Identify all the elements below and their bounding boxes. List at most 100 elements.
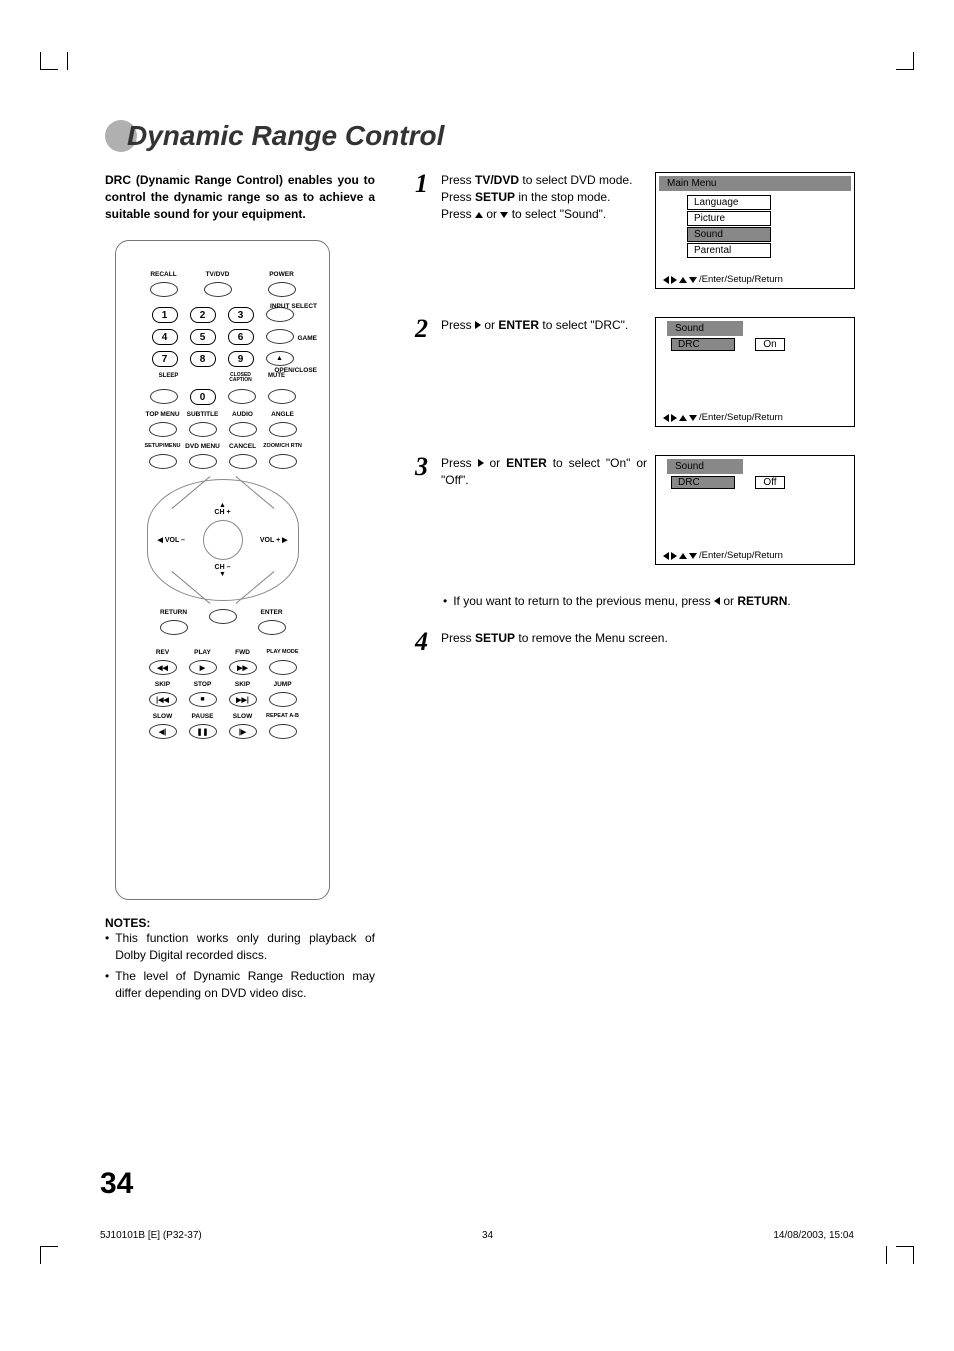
step-3-number: 3	[415, 455, 433, 565]
slowb-label: SLOW	[153, 713, 173, 721]
cancel-label: CANCEL	[229, 443, 256, 451]
mute-button	[268, 389, 296, 404]
enter-label: ENTER	[260, 609, 282, 617]
crop-mark	[894, 50, 914, 70]
recall-label: RECALL	[150, 271, 176, 279]
menu-item-sound: Sound	[687, 227, 771, 242]
cc-button	[228, 389, 256, 404]
angle-label: ANGLE	[271, 411, 294, 419]
top-menu-button	[149, 422, 177, 437]
vol-down-label: ◀ VOL –	[158, 536, 185, 544]
num-0: 0	[190, 389, 216, 405]
pause-button: ❚❚	[189, 724, 217, 739]
num-1: 1	[152, 307, 178, 323]
menu-item-picture: Picture	[687, 211, 771, 226]
menu-drc-value-off: Off	[755, 476, 785, 489]
crop-mark	[40, 50, 60, 70]
notes-heading: NOTES:	[105, 916, 375, 930]
angle-button	[269, 422, 297, 437]
step-4-text: Press SETUP to remove the Menu screen.	[441, 630, 855, 653]
menu-footer: /Enter/Setup/Return	[659, 262, 851, 285]
jump-label: JUMP	[273, 681, 291, 689]
open-close-button: ▲	[266, 351, 294, 366]
intro-text: DRC (Dynamic Range Control) enables you …	[105, 172, 375, 222]
skipb-button: |◀◀	[149, 692, 177, 707]
fwd-label: FWD	[235, 649, 250, 657]
note-1: This function works only during playback…	[115, 930, 375, 964]
subtitle-label: SUBTITLE	[187, 411, 219, 419]
footer-center: 34	[202, 1230, 774, 1241]
crop-mark	[894, 1246, 914, 1266]
num-4: 4	[152, 329, 178, 345]
num-3: 3	[228, 307, 254, 323]
input-select-label: INPUT SELECT	[270, 303, 317, 310]
vol-up-label: VOL + ▶	[260, 536, 288, 544]
power-label: POWER	[269, 271, 294, 279]
cancel-button	[229, 454, 257, 469]
open-close-label: OPEN/CLOSE	[274, 367, 317, 374]
recall-button	[150, 282, 178, 297]
play-button: ▶	[189, 660, 217, 675]
sleep-button	[150, 389, 178, 404]
step-3-text: Press or ENTER to select "On" or "Off".	[441, 455, 647, 565]
stop-button: ■	[189, 692, 217, 707]
dpad: ▲CH + CH –▼ ◀ VOL – VOL + ▶	[147, 479, 299, 601]
dvd-menu-button	[189, 454, 217, 469]
remote-illustration: RECALL TV/DVD POWER INPUT SELECT 1 2 3 G…	[115, 240, 330, 900]
sleep-label: SLEEP	[157, 373, 181, 383]
footer-left: 5J10101B [E] (P32-37)	[100, 1230, 202, 1241]
menu-sound-title: Sound	[667, 321, 743, 336]
return-note: • If you want to return to the previous …	[443, 593, 855, 610]
step-2-text: Press or ENTER to select "DRC".	[441, 317, 647, 427]
game-label: GAME	[298, 335, 318, 342]
step-1-number: 1	[415, 172, 433, 289]
menu-item-language: Language	[687, 195, 771, 210]
crop-mark	[62, 50, 82, 70]
pause-label: PAUSE	[192, 713, 214, 721]
menu-item-parental: Parental	[687, 243, 771, 258]
tvdvd-button	[204, 282, 232, 297]
menu-main: Main Menu Language Picture Sound Parenta…	[655, 172, 855, 289]
crop-mark	[872, 1246, 892, 1266]
up-icon	[475, 212, 483, 218]
page-title: Dynamic Range Control	[127, 120, 444, 152]
menu-sound-off: Sound DRC Off /Enter/Setup/Return	[655, 455, 855, 565]
fwd-button: ▶▶	[229, 660, 257, 675]
ch-down-button	[209, 609, 237, 624]
dvd-menu-label: DVD MENU	[185, 443, 220, 451]
num-7: 7	[152, 351, 178, 367]
repeat-button	[269, 724, 297, 739]
rev-button: ◀◀	[149, 660, 177, 675]
return-button	[160, 620, 188, 635]
step-4-number: 4	[415, 630, 433, 653]
enter-button	[258, 620, 286, 635]
subtitle-button	[189, 422, 217, 437]
playmode-label: PLAY MODE	[266, 649, 298, 657]
setup-menu-button	[149, 454, 177, 469]
jump-button	[269, 692, 297, 707]
top-menu-label: TOP MENU	[145, 411, 179, 419]
num-9: 9	[228, 351, 254, 367]
power-button	[268, 282, 296, 297]
footer-right: 14/08/2003, 15:04	[773, 1230, 854, 1241]
mute-label: MUTE	[265, 373, 289, 383]
skipf-label: SKIP	[235, 681, 250, 689]
num-8: 8	[190, 351, 216, 367]
crop-mark	[40, 1246, 60, 1266]
skipb-label: SKIP	[155, 681, 170, 689]
footer: 5J10101B [E] (P32-37) 34 14/08/2003, 15:…	[100, 1230, 854, 1241]
num-5: 5	[190, 329, 216, 345]
step-1-text: Press TV/DVD to select DVD mode. Press S…	[441, 172, 647, 289]
num-6: 6	[228, 329, 254, 345]
zoom-label: ZOOM/CH RTN	[263, 443, 302, 451]
menu-main-title: Main Menu	[659, 176, 851, 191]
playmode-button	[269, 660, 297, 675]
ch-up-label: ▲CH +	[214, 502, 230, 516]
cc-label: CLOSEDCAPTION	[229, 373, 253, 383]
menu-sound-on: Sound DRC On /Enter/Setup/Return	[655, 317, 855, 427]
return-label: RETURN	[160, 609, 187, 617]
ch-down-label: CH –▼	[215, 564, 231, 578]
menu-drc-value-on: On	[755, 338, 785, 351]
play-label: PLAY	[194, 649, 211, 657]
audio-button	[229, 422, 257, 437]
